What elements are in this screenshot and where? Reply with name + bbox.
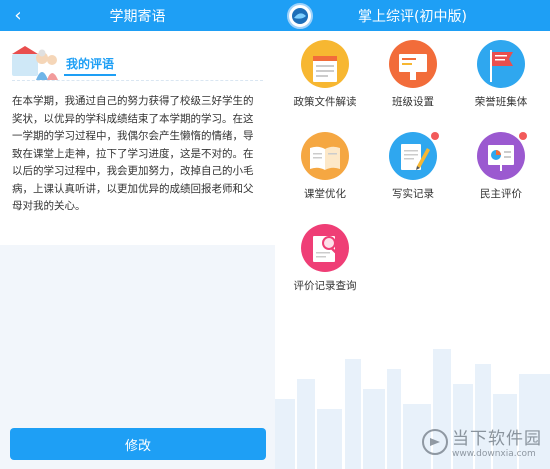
tile-label: 课堂优化 [304,188,346,200]
flag-icon [477,40,525,88]
tile-democratic-eval[interactable]: 民主评价 [455,132,547,212]
watermark-logo-icon [422,428,448,455]
book-icon [301,132,349,180]
tile-record[interactable]: 写实记录 [367,132,459,212]
tile-label: 评价记录查询 [293,280,357,292]
notebook-pen-icon [389,132,437,180]
tile-label: 写实记录 [392,188,434,200]
left-header: ‹ 学期寄语 [0,0,275,31]
back-button[interactable]: ‹ [4,0,32,31]
chevron-left-icon: ‹ [14,5,22,26]
tile-label: 民主评价 [480,188,522,200]
tile-eval-query[interactable]: 评价记录查询 [279,224,371,304]
comment-text: 在本学期，我通过自己的努力获得了校级三好学生的奖状，以优异的学科成绩结束了本学期… [12,95,254,212]
document-icon [301,40,349,88]
app-logo-icon[interactable] [287,3,313,29]
tile-class-settings[interactable]: 班级设置 [367,40,459,120]
blackboard-icon [389,40,437,88]
comment-title: 我的评语 [64,55,117,76]
comment-header: 我的评语 [12,41,263,81]
tile-label: 荣誉班集体 [474,96,528,108]
edit-button[interactable]: 修改 [10,428,266,460]
search-document-icon [301,224,349,272]
notification-dot [431,132,439,140]
tile-label: 政策文件解读 [293,96,357,108]
notification-dot [519,132,527,140]
left-screen: ‹ 学期寄语 我的评语 在本学期，我通过自己的努力获得了校级三好学生的奖状，以优… [0,0,275,469]
tile-policy-docs[interactable]: 政策文件解读 [279,40,371,120]
tile-class-optimize[interactable]: 课堂优化 [279,132,371,212]
watermark-url: www.downxia.com [452,449,536,459]
app-title: 掌上综评(初中版) [358,8,467,25]
chart-board-icon [477,132,525,180]
right-screen: 掌上综评(初中版) 政策文件解读 班级设置 荣誉班集体 课堂优化 写实记录 民主… [275,0,550,469]
grandparents-illustration-icon [12,44,60,80]
comment-card: 我的评语 在本学期，我通过自己的努力获得了校级三好学生的奖状，以优异的学科成绩结… [0,31,275,245]
page-title: 学期寄语 [109,8,166,25]
tile-label: 班级设置 [392,96,434,108]
site-watermark: 当下软件园 www.downxia.com [422,424,542,459]
watermark-text: 当下软件园 [452,429,542,449]
right-header: 掌上综评(初中版) [275,0,550,31]
tile-honor-class[interactable]: 荣誉班集体 [455,40,547,120]
